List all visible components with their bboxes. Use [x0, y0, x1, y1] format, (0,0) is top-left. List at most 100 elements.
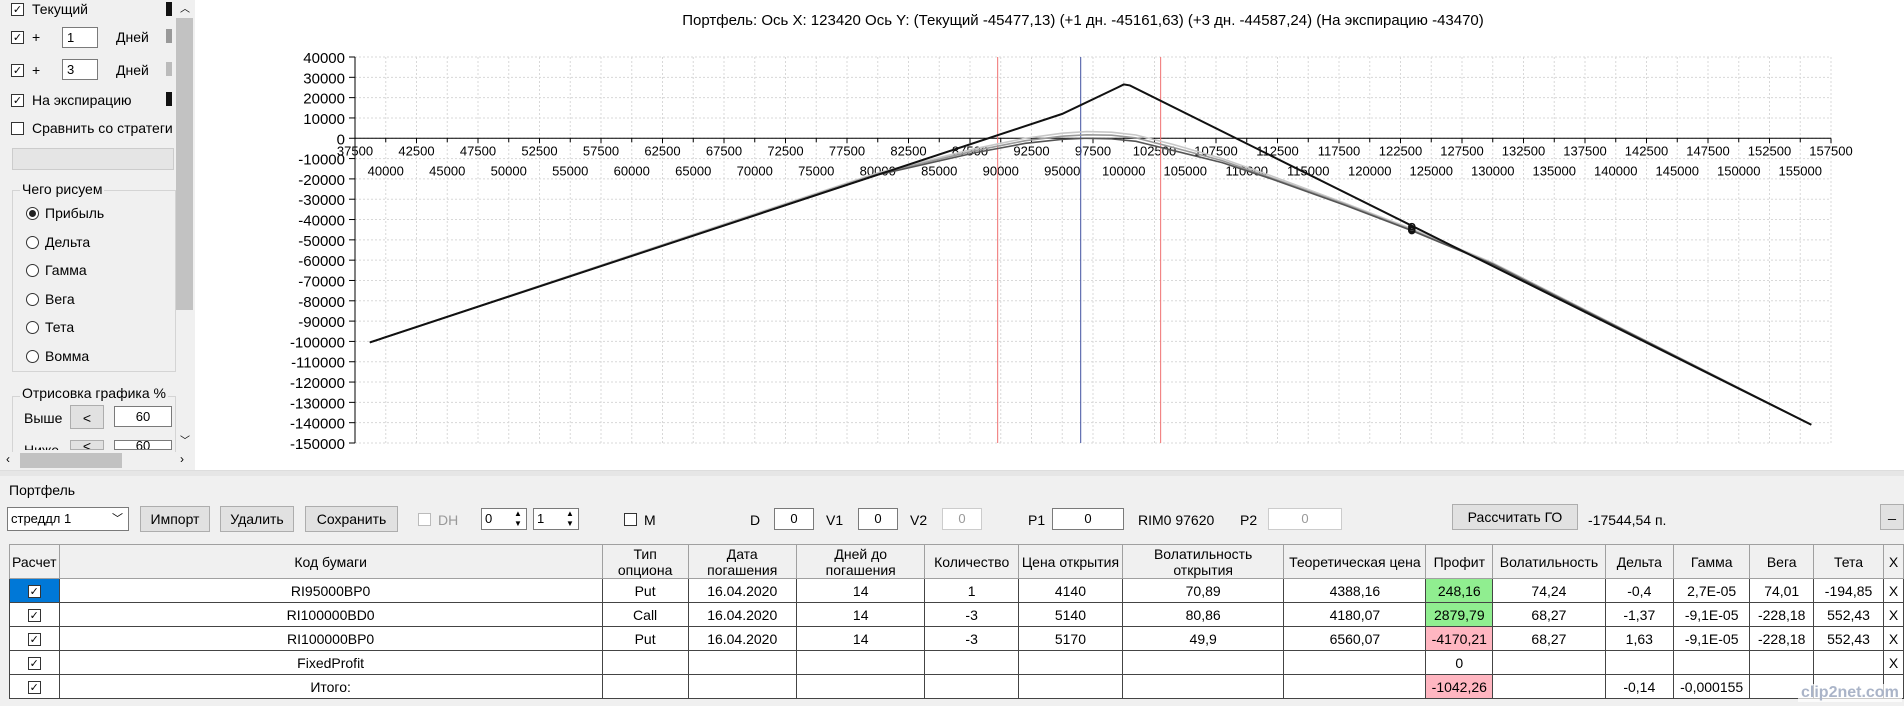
- x-tick-label-top: 47500: [460, 143, 496, 158]
- strategy-select[interactable]: стреддл 1 ﹀: [7, 507, 129, 531]
- column-header[interactable]: Гамма: [1672, 544, 1751, 579]
- spin1-stepper[interactable]: 0 ▲ ▼: [481, 508, 527, 530]
- column-header[interactable]: Количество: [924, 544, 1019, 579]
- above-decrease-button[interactable]: <: [70, 405, 104, 429]
- scroll-thumb[interactable]: [176, 18, 193, 310]
- calc-cell[interactable]: ✓: [9, 578, 60, 603]
- spin-arrows-icon[interactable]: ▲ ▼: [566, 509, 574, 529]
- column-header[interactable]: X: [1883, 544, 1904, 579]
- calc-checkbox[interactable]: ✓: [27, 585, 41, 599]
- scroll-down-icon[interactable]: ﹀: [180, 432, 190, 447]
- expiry-checkbox[interactable]: ✓: [11, 94, 24, 107]
- column-header[interactable]: Вега: [1749, 544, 1814, 579]
- table-cell: 5170: [1017, 626, 1124, 651]
- splitter[interactable]: [0, 470, 1904, 476]
- table-cell: Итого:: [58, 674, 603, 699]
- x-tick-label-bottom: 150000: [1717, 163, 1760, 178]
- column-header[interactable]: Тип опциона: [601, 544, 689, 579]
- x-tick-label-top: 67500: [706, 143, 742, 158]
- draw-option-radio[interactable]: [26, 292, 39, 306]
- plus3-checkbox[interactable]: ✓: [11, 64, 24, 77]
- table-header-row: Расчет Код бумаги Тип опциона Дата погашени…: [9, 544, 1904, 579]
- calc-checkbox[interactable]: ✓: [27, 657, 41, 671]
- compare-strategy-select[interactable]: [12, 148, 174, 170]
- x-tick-label-bottom: 140000: [1594, 163, 1637, 178]
- remove-row-button[interactable]: X: [1883, 626, 1904, 651]
- table-cell: [1812, 650, 1885, 675]
- payoff-chart[interactable]: Портфель: Ось X: 123420 Ось Y: (Текущий …: [195, 0, 1904, 470]
- column-header[interactable]: Расчет: [9, 544, 60, 579]
- remove-row-button[interactable]: X: [1883, 578, 1904, 603]
- table-cell: [924, 674, 1019, 699]
- table-cell: 2,7E-05: [1672, 578, 1751, 603]
- collapse-button[interactable]: _: [1880, 504, 1904, 530]
- dh-checkbox[interactable]: [418, 513, 431, 526]
- calc-cell[interactable]: ✓: [9, 650, 60, 675]
- left-horizontal-scrollbar[interactable]: ‹ ›: [0, 452, 193, 469]
- table-row[interactable]: ✓ RI100000BD0 Call 16.04.2020 14 -3 5140 80,86 4…: [9, 602, 1904, 627]
- table-row[interactable]: ✓ Итого: -1042,26 -0,14 -0,000155: [9, 674, 1904, 699]
- x-tick-label-top: 52500: [521, 143, 557, 158]
- calc-cell[interactable]: ✓: [9, 602, 60, 627]
- calc-go-button[interactable]: Рассчитать ГО: [1452, 504, 1578, 530]
- calc-checkbox[interactable]: ✓: [27, 609, 41, 623]
- v2-input[interactable]: 0: [942, 508, 982, 530]
- table-cell: 1,63: [1604, 626, 1674, 651]
- table-cell: [1283, 674, 1427, 699]
- compare-checkbox[interactable]: [11, 122, 24, 135]
- column-header[interactable]: Теоретическая цена: [1283, 544, 1427, 579]
- column-header[interactable]: Цена открытия: [1017, 544, 1124, 579]
- p1-input[interactable]: 0: [1052, 508, 1124, 530]
- table-row[interactable]: ✓ RI95000BP0 Put 16.04.2020 14 1 4140 70,89 4388…: [9, 578, 1904, 603]
- calc-cell[interactable]: ✓: [9, 674, 60, 699]
- remove-row-button[interactable]: X: [1883, 602, 1904, 627]
- column-header[interactable]: Волатильность открытия: [1122, 544, 1285, 579]
- spin-arrows-icon[interactable]: ▲ ▼: [514, 509, 522, 529]
- plus1-checkbox[interactable]: ✓: [11, 31, 24, 44]
- draw-option-radio[interactable]: [26, 264, 39, 277]
- scroll-right-icon[interactable]: ›: [180, 452, 184, 466]
- table-cell: 4140: [1017, 578, 1124, 603]
- plus3-days-input[interactable]: 3: [62, 59, 98, 80]
- left-vertical-scrollbar[interactable]: ︿ ﹀: [176, 0, 193, 450]
- scroll-left-icon[interactable]: ‹: [6, 452, 10, 466]
- delete-button[interactable]: Удалить: [220, 506, 294, 532]
- draw-option-radio[interactable]: [26, 207, 39, 220]
- column-header[interactable]: Дней до погашения: [795, 544, 926, 579]
- p2-input[interactable]: 0: [1268, 508, 1342, 530]
- plus1-days-input[interactable]: 1: [62, 27, 98, 48]
- x-tick-label-top: 157500: [1809, 143, 1852, 158]
- y-tick-label: 30000: [303, 70, 345, 87]
- above-value-input[interactable]: 60: [114, 406, 172, 427]
- spin2-stepper[interactable]: 1 ▲ ▼: [533, 508, 579, 530]
- calc-checkbox[interactable]: ✓: [27, 633, 41, 647]
- draw-option-radio[interactable]: [26, 321, 39, 334]
- column-header[interactable]: Тета: [1812, 544, 1885, 579]
- m-checkbox[interactable]: [624, 513, 637, 526]
- table-cell: [924, 650, 1019, 675]
- import-button[interactable]: Импорт: [140, 506, 210, 532]
- d-input[interactable]: 0: [774, 508, 814, 530]
- save-button[interactable]: Сохранить: [305, 506, 398, 532]
- column-header[interactable]: Код бумаги: [58, 544, 603, 579]
- below-decrease-button[interactable]: <: [70, 440, 104, 450]
- column-header[interactable]: Профит: [1425, 544, 1494, 579]
- table-row[interactable]: ✓ FixedProfit 0 X: [9, 650, 1904, 675]
- draw-option-radio[interactable]: [26, 235, 39, 249]
- draw-option-radio[interactable]: [26, 349, 39, 363]
- calc-checkbox[interactable]: ✓: [27, 681, 41, 695]
- current-checkbox[interactable]: ✓: [11, 3, 24, 16]
- x-tick-label-top: 147500: [1686, 143, 1729, 158]
- column-header[interactable]: Дата погашения: [687, 544, 797, 579]
- column-header[interactable]: Дельта: [1604, 544, 1674, 579]
- table-row[interactable]: ✓ RI100000BP0 Put 16.04.2020 14 -3 5170 49,9 656…: [9, 626, 1904, 651]
- x-tick-label-bottom: 75000: [798, 163, 834, 178]
- scroll-hthumb[interactable]: [20, 453, 122, 468]
- scroll-up-icon[interactable]: ︿: [180, 0, 190, 15]
- column-header[interactable]: Волатильность: [1492, 544, 1606, 579]
- remove-row-button[interactable]: X: [1883, 650, 1904, 675]
- calc-cell[interactable]: ✓: [9, 626, 60, 651]
- below-value-input[interactable]: 60: [114, 440, 172, 450]
- v1-input[interactable]: 0: [858, 508, 898, 530]
- y-tick-label: -20000: [298, 172, 345, 189]
